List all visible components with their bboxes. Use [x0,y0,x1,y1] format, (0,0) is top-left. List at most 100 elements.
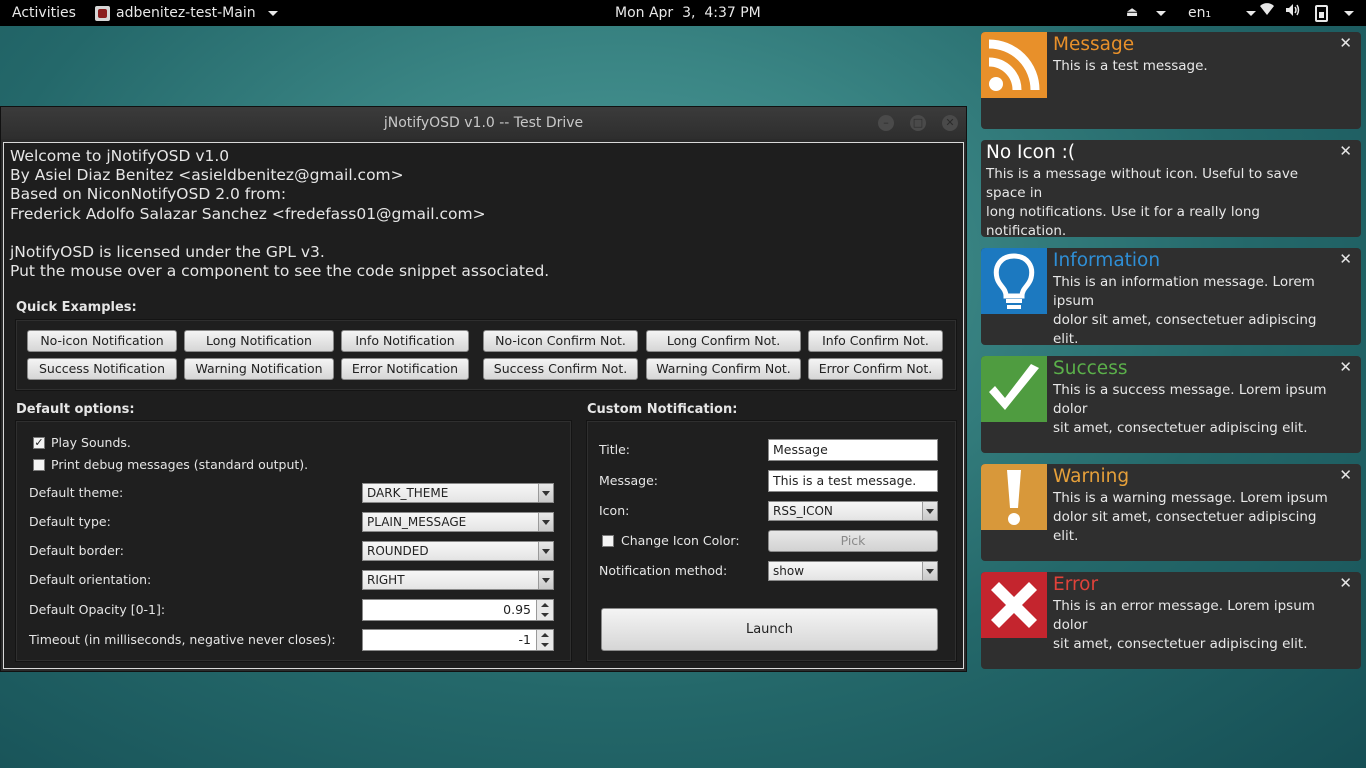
keyboard-layout[interactable]: en₁ [1188,0,1211,26]
close-icon[interactable]: ✕ [1339,250,1352,268]
custom-notification-panel: Title: Message Message: This is a test m… [586,420,957,662]
close-icon[interactable]: ✕ [1339,142,1352,160]
intro-line: Put the mouse over a component to see th… [10,262,550,281]
icon-value: RSS_ICON [773,504,833,518]
orientation-label: Default orientation: [29,572,152,587]
orientation-value: RIGHT [367,573,405,587]
opacity-spinner[interactable]: 0.95 [362,599,554,621]
close-icon[interactable]: ✕ [1339,574,1352,592]
eject-icon[interactable]: ⏏ [1126,0,1138,26]
notification-line: sit amet, consectetuer adipiscing elit. [1053,420,1308,436]
no-icon-notification-button[interactable]: No-icon Notification [27,330,177,352]
border-select[interactable]: ROUNDED [362,541,554,561]
notification-success[interactable]: Success This is a success message. Lorem… [981,356,1361,453]
top-bar: Activities adbenitez-test-Main Mon Apr 3… [0,0,1366,26]
notification-title: Message [1053,34,1135,55]
app-menu[interactable]: adbenitez-test-Main [95,0,278,26]
play-sounds-checkbox[interactable]: ✓ [33,437,45,449]
notification-information[interactable]: Information This is an information messa… [981,248,1361,345]
notification-message-text: This is a message without icon. Useful t… [986,165,1341,237]
quick-examples-label: Quick Examples: [16,300,137,315]
notification-message-text: This is a success message. Lorem ipsum d… [1053,381,1343,438]
error-confirm-button[interactable]: Error Confirm Not. [808,358,943,380]
app-window: jNotifyOSD v1.0 -- Test Drive – □ ✕ Welc… [0,106,967,672]
long-notification-button[interactable]: Long Notification [184,330,334,352]
message-input[interactable]: This is a test message. [768,470,938,492]
notification-no-icon[interactable]: No Icon :( This is a message without ico… [981,140,1361,237]
method-label: Notification method: [599,563,728,578]
intro-line [10,224,549,243]
debug-checkbox[interactable] [33,459,45,471]
title-input[interactable]: Message [768,439,938,461]
chevron-down-icon [922,502,937,520]
window-content: Welcome to jNotifyOSD v1.0 By Asiel Diaz… [3,142,964,669]
app-icon [95,5,110,21]
timeout-spinner[interactable]: -1 [362,629,554,651]
wifi-icon[interactable] [1259,0,1275,26]
icon-select[interactable]: RSS_ICON [768,501,938,521]
custom-notification-label: Custom Notification: [587,402,738,417]
chevron-down-icon[interactable] [1338,0,1354,26]
close-icon[interactable]: ✕ [942,115,958,131]
warning-notification-button[interactable]: Warning Notification [184,358,334,380]
chevron-down-icon [922,562,937,580]
info-notification-button[interactable]: Info Notification [341,330,469,352]
error-notification-button[interactable]: Error Notification [341,358,469,380]
minimize-icon[interactable]: – [878,115,894,131]
intro-line: Frederick Adolfo Salazar Sanchez <fredef… [10,204,486,223]
border-value: ROUNDED [367,544,429,558]
volume-icon[interactable] [1285,0,1301,26]
spinner-arrows-icon[interactable] [536,630,553,650]
long-confirm-button[interactable]: Long Confirm Not. [646,330,801,352]
chevron-down-icon[interactable] [1240,0,1256,26]
type-select[interactable]: PLAIN_MESSAGE [362,512,554,532]
exclamation-icon [981,464,1047,530]
pick-color-button[interactable]: Pick [768,530,938,552]
border-label: Default border: [29,543,124,558]
method-select[interactable]: show [768,561,938,581]
notification-line: This is a message without icon. Useful t… [986,166,1299,201]
notification-line: long notifications. Use it for a really … [986,204,1260,237]
notification-message-text: This is a warning message. Lorem ipsum d… [1053,489,1343,546]
chevron-down-icon[interactable] [1150,0,1166,26]
notification-line: This is a success message. Lorem ipsum d… [1053,382,1327,417]
intro-text: Welcome to jNotifyOSD v1.0 By Asiel Diaz… [10,147,549,281]
icon-label: Icon: [599,503,630,518]
close-icon[interactable]: ✕ [1339,466,1352,484]
activities-button[interactable]: Activities [12,0,76,26]
theme-select[interactable]: DARK_THEME [362,483,554,503]
notification-message-text: This is a test message. [1053,57,1343,76]
clock[interactable]: Mon Apr 3, 4:37 PM [615,0,761,26]
notification-message[interactable]: Message This is a test message. ✕ [981,32,1361,129]
info-confirm-button[interactable]: Info Confirm Not. [808,330,943,352]
notification-warning[interactable]: Warning This is a warning message. Lorem… [981,464,1361,561]
change-icon-color-label: Change Icon Color: [621,533,740,548]
spinner-arrows-icon[interactable] [536,600,553,620]
x-icon [981,572,1047,638]
notification-line: This is a test message. [1053,58,1208,74]
notification-line: sit amet, consectetuer adipiscing elit. [1053,636,1308,652]
chevron-down-icon [538,542,553,560]
opacity-label: Default Opacity [0-1]: [29,602,166,617]
success-confirm-button[interactable]: Success Confirm Not. [483,358,638,380]
close-icon[interactable]: ✕ [1339,358,1352,376]
method-value: show [773,564,805,578]
type-value: PLAIN_MESSAGE [367,515,467,529]
warning-confirm-button[interactable]: Warning Confirm Not. [646,358,801,380]
notification-title: No Icon :( [986,142,1076,163]
launch-button[interactable]: Launch [601,608,938,651]
window-title: jNotifyOSD v1.0 -- Test Drive [383,115,584,131]
close-icon[interactable]: ✕ [1339,34,1352,52]
default-options-panel: ✓ Play Sounds. Print debug messages (sta… [15,420,572,662]
success-notification-button[interactable]: Success Notification [27,358,177,380]
checkmark-icon [981,356,1047,422]
change-icon-color-checkbox[interactable] [602,535,614,547]
chevron-down-icon [538,513,553,531]
orientation-select[interactable]: RIGHT [362,570,554,590]
notification-message-text: This is an information message. Lorem ip… [1053,273,1343,345]
maximize-icon[interactable]: □ [910,115,926,131]
notification-error[interactable]: Error This is an error message. Lorem ip… [981,572,1361,669]
no-icon-confirm-button[interactable]: No-icon Confirm Not. [483,330,638,352]
battery-icon[interactable] [1315,0,1328,26]
window-titlebar[interactable]: jNotifyOSD v1.0 -- Test Drive – □ ✕ [1,107,966,139]
